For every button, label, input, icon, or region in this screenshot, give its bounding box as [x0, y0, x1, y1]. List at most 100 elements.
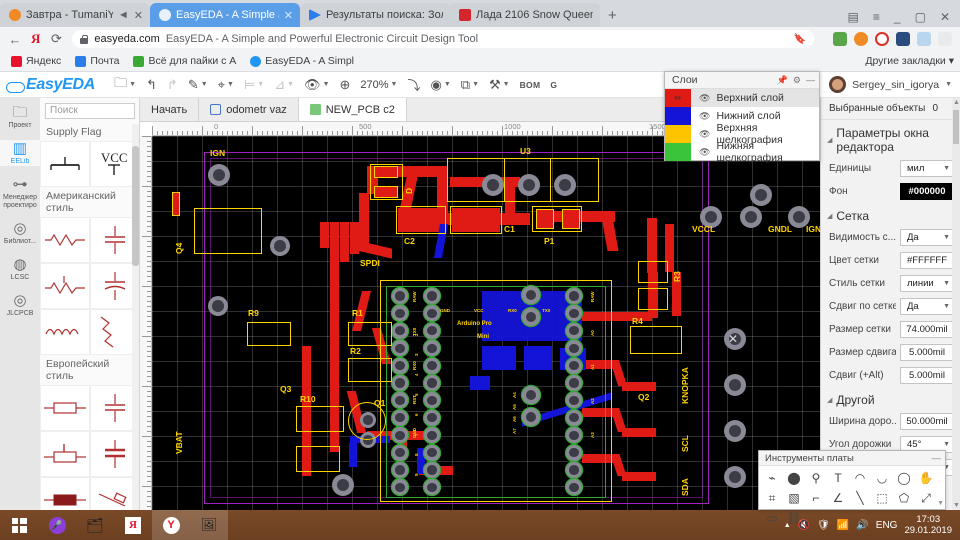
bookmark-1[interactable]: Почта [70, 54, 124, 68]
align-distribute-icon[interactable]: ⊿ ▼ [269, 73, 299, 97]
browser-tab-3[interactable]: Лада 2106 Snow Queen [450, 3, 600, 27]
scroll-down-arrow[interactable]: ▼ [937, 500, 944, 507]
gnd-symbol[interactable] [40, 141, 90, 187]
new-tab-button[interactable]: + [600, 7, 627, 27]
back-icon[interactable]: ← [8, 32, 22, 47]
pen-icon[interactable]: ✎ ▼ [183, 73, 213, 97]
bookmark-2[interactable]: Всё для пайки с A [128, 54, 241, 68]
pocket-icon[interactable] [917, 32, 931, 46]
other-bookmarks-button[interactable]: Другие закладки ▾ [865, 55, 960, 67]
maximize-icon[interactable]: ▢ [915, 11, 926, 23]
rail-item-lcsc[interactable]: ◍ LCSC [0, 256, 40, 282]
hand-tool[interactable]: ✋ [915, 468, 937, 488]
adguard-icon[interactable] [833, 32, 847, 46]
minimize-icon[interactable]: — [806, 75, 815, 85]
yandex-home-icon[interactable]: Я [31, 31, 40, 47]
file-icon[interactable]: 🗀 ▼ [109, 73, 141, 97]
board-tools-panel[interactable]: Инструменты платы — ⌁ ⬤ ⚲ T ◠ ◡ ◯ ✋ ⌗ ▧ … [758, 450, 946, 525]
doc-tab-odometr-vaz[interactable]: odometr vaz [199, 98, 299, 121]
bookmark-3[interactable]: EasyEDA - A Simpl [245, 54, 359, 68]
grid-visible-select[interactable]: Да ▼ [900, 229, 954, 246]
yandex-browser-icon[interactable]: Y [152, 510, 190, 540]
background-color-field[interactable]: #000000 [900, 183, 954, 200]
snap-grid-select[interactable]: Да ▼ [900, 298, 954, 315]
url-input[interactable]: easyeda.com EasyEDA - A Simple and Power… [72, 30, 814, 48]
alt-snap-field[interactable]: 5.000mil [900, 367, 954, 384]
rail-item-library[interactable]: ◎ Библиот... [0, 220, 40, 246]
layers-panel[interactable]: Слои 📌 ⚙ — ✏ 👁 Верхний слой 👁 Нижний сло… [664, 71, 820, 164]
rail-item-design-manager[interactable]: ⊶ Менеджер проектиро [0, 176, 40, 210]
tab-close-icon[interactable]: ✕ [284, 9, 293, 22]
image-tool[interactable]: ▧ [783, 488, 805, 508]
measure-tool[interactable]: ⌗ [761, 488, 783, 508]
polyline-tool[interactable]: ⌐ [805, 488, 827, 508]
reload-icon[interactable]: ⟳ [49, 31, 63, 47]
resistor-eu-symbol-2[interactable] [40, 477, 90, 510]
doc-tab-start[interactable]: Начать [140, 98, 200, 121]
explorer-icon[interactable]: 🗂 [76, 510, 114, 540]
adblock-icon[interactable] [875, 32, 889, 46]
units-select[interactable]: мил ▼ [900, 160, 954, 177]
layer-row-bottom-silk[interactable]: 👁 Нижняя шелкография [665, 140, 819, 164]
user-menu[interactable]: Sergey_sin_igorya ▼ [829, 76, 960, 93]
visibility-icon[interactable]: 👁 ▼ [299, 73, 334, 97]
location-icon[interactable]: ⌖ ▼ [213, 73, 239, 97]
start-button[interactable] [0, 510, 38, 540]
grid-style-select[interactable]: линии ▼ [900, 275, 954, 292]
text-tool[interactable]: T [827, 468, 849, 488]
tools-icon[interactable]: ⚒ ▼ [484, 73, 515, 97]
circle-tool[interactable]: ◯ [893, 468, 915, 488]
pad-tool[interactable]: ⬤ [783, 468, 805, 488]
layer-color-swatch[interactable] [665, 107, 691, 125]
tab-mute-icon[interactable]: ◄ [118, 9, 129, 21]
pcb-board[interactable]: ✕ IGN U3 C1 VCCL GNDL IGN C2 P1 SPDI R1 R2 R9 Q3 R10 Q1… [152, 136, 820, 510]
zoom-level[interactable]: 270% ▼ [355, 73, 402, 97]
arc-tool[interactable]: ◠ [849, 468, 871, 488]
angle-tool[interactable]: ∠ [827, 488, 849, 508]
grid-color-field[interactable]: #FFFFFF [900, 252, 954, 269]
properties-scrollbar[interactable]: ▲ ▼ [952, 98, 960, 510]
bom-button[interactable]: BOM [515, 73, 546, 97]
rail-item-eelib[interactable]: ▥ EELib [0, 140, 40, 166]
resistor-us-symbol[interactable] [40, 217, 90, 263]
gear-icon[interactable]: ⚙ [793, 75, 801, 86]
zoom-in-icon[interactable]: ⊕ [335, 73, 356, 97]
copper-area-tool[interactable]: ⬠ [893, 488, 915, 508]
cortana-mic-icon[interactable]: 🎤 [38, 510, 76, 540]
shield-icon[interactable] [854, 32, 868, 46]
potentiometer-us-symbol[interactable] [40, 263, 90, 309]
track-tool[interactable]: ⌁ [761, 468, 783, 488]
tab-close-icon[interactable]: ✕ [134, 9, 143, 22]
properties-scroll-thumb[interactable] [953, 110, 959, 144]
browser-tab-0[interactable]: Завтра - TumaniYO ◄ ✕ [0, 3, 150, 27]
photo-viewer-icon[interactable]: 🖼 [190, 510, 228, 540]
close-icon[interactable]: ✕ [940, 11, 950, 23]
collections-icon[interactable]: ▤ [848, 11, 859, 23]
section-other[interactable]: ◢ Другой [821, 387, 960, 410]
layer-color-swatch[interactable] [665, 125, 691, 143]
scroll-down-arrow[interactable]: ▼ [953, 502, 960, 509]
minimize-icon[interactable]: — [932, 453, 942, 464]
pin-icon[interactable]: 📌 [777, 75, 788, 86]
yandex-disk-icon[interactable]: Я [114, 510, 152, 540]
eye-icon[interactable]: 👁 [699, 111, 710, 122]
grid-size-field[interactable]: 74.000mil [900, 321, 954, 338]
minimize-icon[interactable]: _ [894, 11, 901, 23]
arc2-tool[interactable]: ◡ [871, 468, 893, 488]
section-grid[interactable]: ◢ Сетка [821, 203, 960, 226]
gerber-button[interactable]: G [545, 73, 562, 97]
layer-color-swatch[interactable]: ✏ [665, 89, 691, 107]
import-icon[interactable]: ⤵ [402, 73, 425, 97]
eye-icon[interactable]: 👁 [699, 129, 710, 140]
camera-icon[interactable]: ◉ ▼ [426, 73, 456, 97]
bookmark-0[interactable]: Яндекс [6, 54, 66, 68]
redo-icon[interactable]: ↱ [162, 73, 183, 97]
doc-tab-new-pcb-c2[interactable]: NEW_PCB c2 [298, 98, 407, 121]
resistor-eu-symbol[interactable] [40, 385, 90, 431]
scroll-up-arrow[interactable]: ▲ [953, 99, 960, 106]
rail-item-jlcpcb[interactable]: ◎ JLCPCB [0, 292, 40, 318]
bookmark-icon[interactable]: 🔖 [794, 34, 806, 45]
undo-icon[interactable]: ↰ [141, 73, 162, 97]
layer-row-top[interactable]: ✏ 👁 Верхний слой [665, 89, 819, 107]
download-manager-icon[interactable] [896, 32, 910, 46]
